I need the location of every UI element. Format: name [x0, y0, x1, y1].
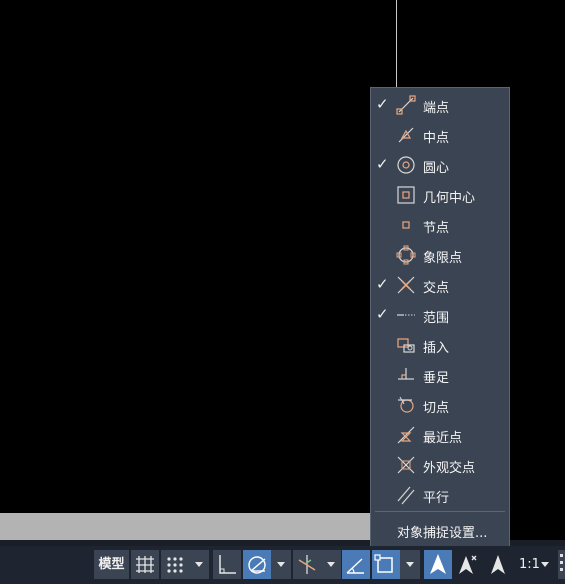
- snap-mode-button[interactable]: [161, 550, 189, 579]
- checkmark-icon: ✓: [376, 275, 389, 293]
- auto-scale-icon: [459, 555, 477, 574]
- object-snap-icon: [374, 554, 393, 573]
- nearest-snap-icon: [397, 426, 415, 444]
- horizontal-scrollbar[interactable]: [0, 513, 370, 540]
- menu-item-insertion[interactable]: 插入: [371, 330, 509, 360]
- object-snap-settings-item[interactable]: 对象捕捉设置...: [371, 514, 509, 544]
- midpoint-snap-icon: [398, 127, 414, 143]
- checkmark-icon: ✓: [376, 95, 389, 113]
- apparent-intersection-snap-icon: [397, 456, 415, 474]
- chevron-down-icon[interactable]: [541, 562, 549, 567]
- grid-button[interactable]: [131, 550, 159, 579]
- model-space-button[interactable]: 模型: [94, 550, 129, 579]
- menu-item-label: 中点: [423, 131, 450, 146]
- menu-item-label: 节点: [423, 221, 450, 236]
- insertion-snap-icon: [397, 338, 415, 353]
- menu-item-label: 最近点: [423, 431, 463, 446]
- menu-item-label: 交点: [423, 281, 450, 296]
- annotation-visibility-button[interactable]: [424, 550, 452, 579]
- ortho-button[interactable]: [213, 550, 241, 579]
- isodraft-button[interactable]: [293, 550, 321, 579]
- menu-item-quadrant[interactable]: 象限点: [371, 240, 509, 270]
- status-bar: 模型 1:1: [0, 546, 565, 584]
- isodraft-dropdown[interactable]: [321, 550, 341, 579]
- object-snap-button[interactable]: [372, 550, 400, 579]
- parallel-snap-icon: [397, 486, 415, 505]
- menu-item-node[interactable]: 节点: [371, 210, 509, 240]
- tangent-snap-icon: [398, 396, 414, 413]
- customize-statusbar-handle[interactable]: [558, 550, 565, 579]
- menu-item-endpoint[interactable]: ✓ 端点: [371, 90, 509, 120]
- isodraft-icon: [298, 555, 316, 574]
- menu-divider: [375, 511, 505, 512]
- menu-item-extension[interactable]: ✓ 范围: [371, 300, 509, 330]
- scale-selector[interactable]: 1:1: [515, 550, 555, 579]
- extension-snap-icon: [397, 314, 415, 316]
- menu-item-perpendicular[interactable]: 垂足: [371, 360, 509, 390]
- polar-tracking-icon: [248, 556, 266, 574]
- chevron-down-icon: [327, 562, 335, 567]
- menu-item-parallel[interactable]: 平行: [371, 480, 509, 510]
- menu-item-intersection[interactable]: ✓ 交点: [371, 270, 509, 300]
- perpendicular-snap-icon: [398, 368, 414, 380]
- snap-mode-dropdown[interactable]: [189, 550, 209, 579]
- annotation-scale-button[interactable]: [484, 550, 512, 579]
- menu-item-label: 外观交点: [423, 461, 476, 476]
- center-snap-icon: [397, 156, 415, 174]
- checkmark-icon: ✓: [376, 305, 389, 323]
- menu-item-label: 象限点: [423, 251, 463, 266]
- menu-item-midpoint[interactable]: 中点: [371, 120, 509, 150]
- polar-tracking-dropdown[interactable]: [271, 550, 291, 579]
- menu-item-geometric-center[interactable]: 几何中心: [371, 180, 509, 210]
- grid-icon: [136, 556, 154, 573]
- node-snap-icon: [402, 221, 410, 229]
- object-snap-tracking-icon: [346, 558, 364, 574]
- menu-item-label: 范围: [423, 311, 450, 326]
- chevron-down-icon: [277, 562, 285, 567]
- menu-item-label: 对象捕捉设置...: [397, 526, 488, 541]
- menu-item-label: 切点: [423, 401, 450, 416]
- menu-item-label: 平行: [423, 491, 450, 506]
- object-snap-menu: ✓ 端点 中点 ✓ 圆心 几何中心 节点 象限点 ✓ 交点 ✓ 范围 插入 垂足…: [370, 87, 510, 547]
- menu-item-label: 垂足: [423, 371, 450, 386]
- geometric-center-snap-icon: [397, 186, 415, 204]
- crosshair-line: [396, 0, 397, 92]
- menu-item-label: 几何中心: [423, 191, 476, 206]
- chevron-down-icon: [195, 562, 203, 567]
- annotation-scale-icon: [430, 554, 446, 574]
- menu-item-label: 端点: [423, 101, 450, 116]
- endpoint-snap-icon: [396, 95, 416, 115]
- checkmark-icon: ✓: [376, 155, 389, 173]
- intersection-snap-icon: [397, 276, 415, 294]
- menu-item-label: 插入: [423, 341, 450, 356]
- chevron-down-icon: [406, 562, 414, 567]
- menu-item-nearest[interactable]: 最近点: [371, 420, 509, 450]
- ortho-icon: [219, 555, 236, 574]
- polar-tracking-button[interactable]: [243, 550, 271, 579]
- menu-item-apparent-intersection[interactable]: 外观交点: [371, 450, 509, 480]
- snap-grid-icon: [167, 557, 183, 573]
- menu-item-label: 圆心: [423, 161, 450, 176]
- menu-item-tangent[interactable]: 切点: [371, 390, 509, 420]
- annotation-scale-icon: [491, 555, 505, 574]
- quadrant-snap-icon: [396, 245, 416, 265]
- object-snap-tracking-button[interactable]: [342, 550, 370, 579]
- menu-item-center[interactable]: ✓ 圆心: [371, 150, 509, 180]
- object-snap-dropdown[interactable]: [400, 550, 420, 579]
- auto-scale-button[interactable]: [454, 550, 482, 579]
